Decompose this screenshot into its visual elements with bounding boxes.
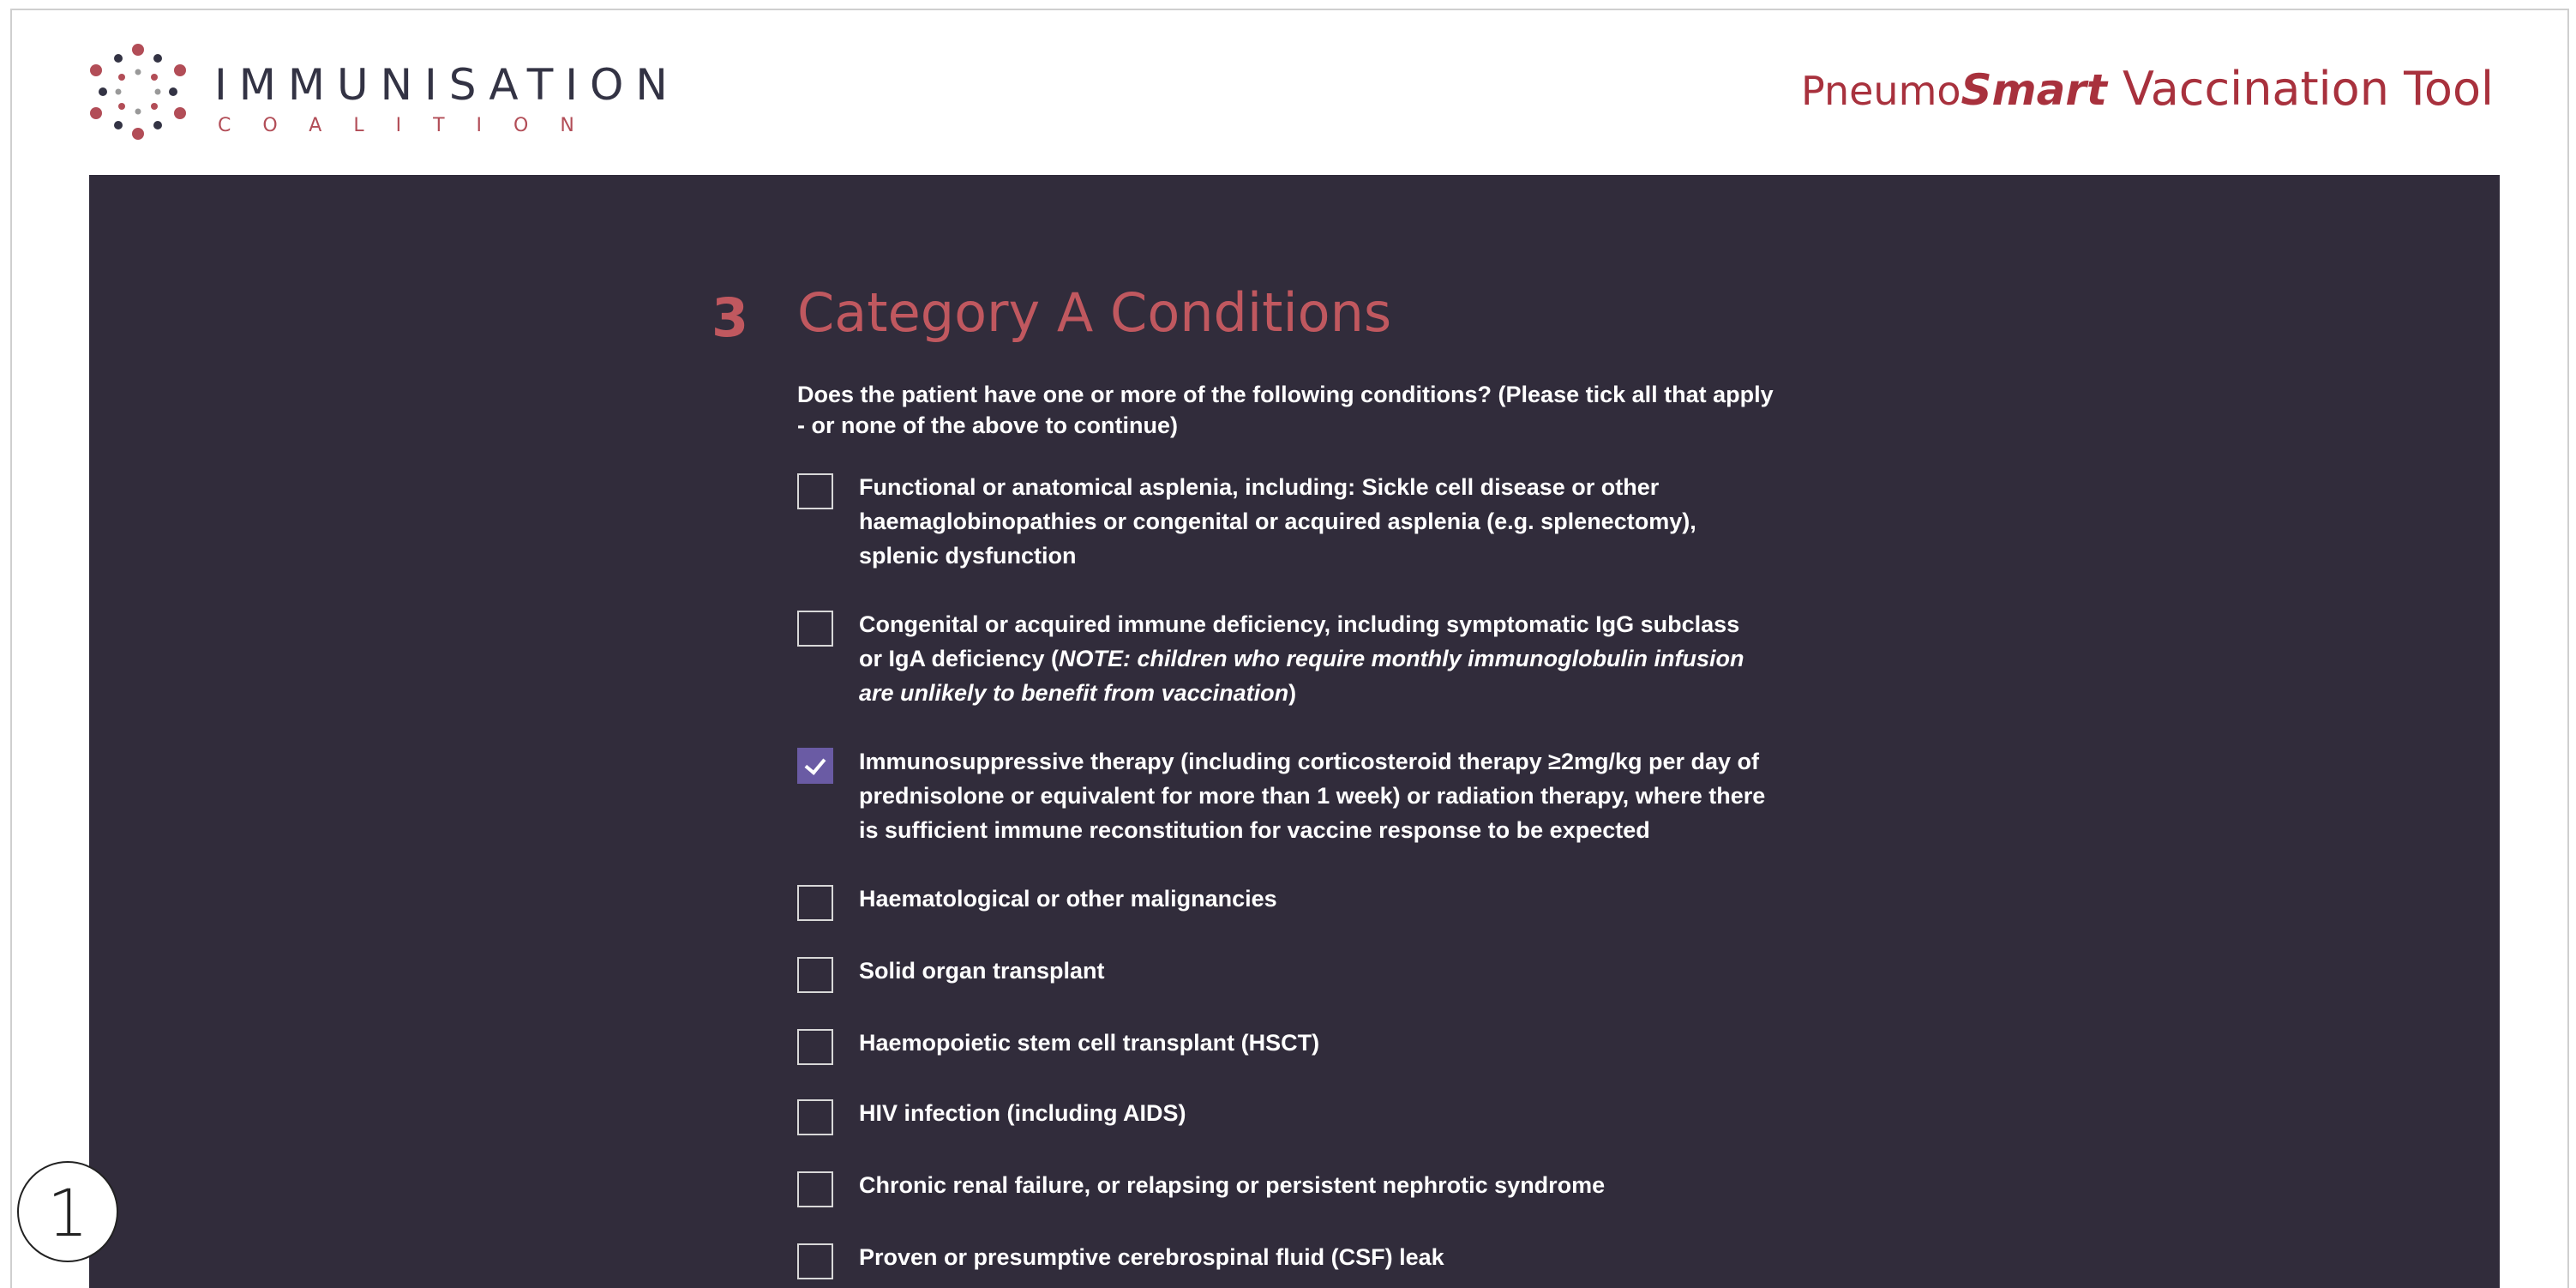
section-question: Does the patient have one or more of the…	[797, 382, 1774, 438]
condition-label: Functional or anatomical asplenia, inclu…	[859, 474, 1696, 569]
step-badge-number: 1	[46, 1175, 89, 1251]
checkbox-renal-failure[interactable]	[797, 1171, 833, 1207]
checkbox-solid-organ-transplant[interactable]	[797, 957, 833, 993]
checkbox-asplenia[interactable]	[797, 473, 833, 509]
step-number: 3	[712, 286, 749, 349]
logo-subtitle: COALITION	[218, 115, 606, 136]
questionnaire-panel: 3 Category A Conditions Does the patient…	[89, 175, 2500, 1288]
checkbox-csf-leak[interactable]	[797, 1243, 833, 1279]
condition-label: Solid organ transplant	[859, 958, 1105, 984]
condition-label: HIV infection (including AIDS)	[859, 1100, 1186, 1126]
condition-label-close: )	[1288, 680, 1297, 706]
check-icon	[804, 753, 826, 775]
condition-label: Proven or presumptive cerebrospinal flui…	[859, 1244, 1444, 1270]
checkbox-hsct[interactable]	[797, 1029, 833, 1065]
logo-title: IMMUNISATION	[214, 60, 680, 110]
header: IMMUNISATION COALITION PneumoSmart Vaccin…	[0, 0, 2576, 175]
brand-part-pneumo: Pneumo	[1801, 68, 1961, 114]
condition-label: Haematological or other malignancies	[859, 886, 1277, 912]
checkbox-immune-deficiency[interactable]	[797, 611, 833, 647]
checkbox-immunosuppressive-therapy[interactable]	[797, 748, 833, 784]
pneumosmart-brand-title: PneumoSmart Vaccination Tool	[1801, 62, 2494, 116]
section-heading: Category A Conditions	[797, 281, 1392, 344]
checkbox-hiv[interactable]	[797, 1099, 833, 1135]
immunisation-coalition-logo[interactable]: IMMUNISATION COALITION	[84, 38, 668, 146]
condition-label: Immunosuppressive therapy (including cor…	[859, 749, 1766, 843]
brand-part-smart: Smart	[1961, 65, 2107, 115]
checkbox-malignancies[interactable]	[797, 885, 833, 921]
step-badge: 1	[17, 1161, 118, 1262]
brand-part-vaccination-tool: Vaccination Tool	[2122, 62, 2494, 116]
condition-label: Haemopoietic stem cell transplant (HSCT)	[859, 1030, 1320, 1056]
condition-label: Congenital or acquired immune deficiency…	[859, 607, 1768, 710]
logo-mark-icon	[90, 44, 186, 140]
condition-label: Chronic renal failure, or relapsing or p…	[859, 1172, 1606, 1198]
